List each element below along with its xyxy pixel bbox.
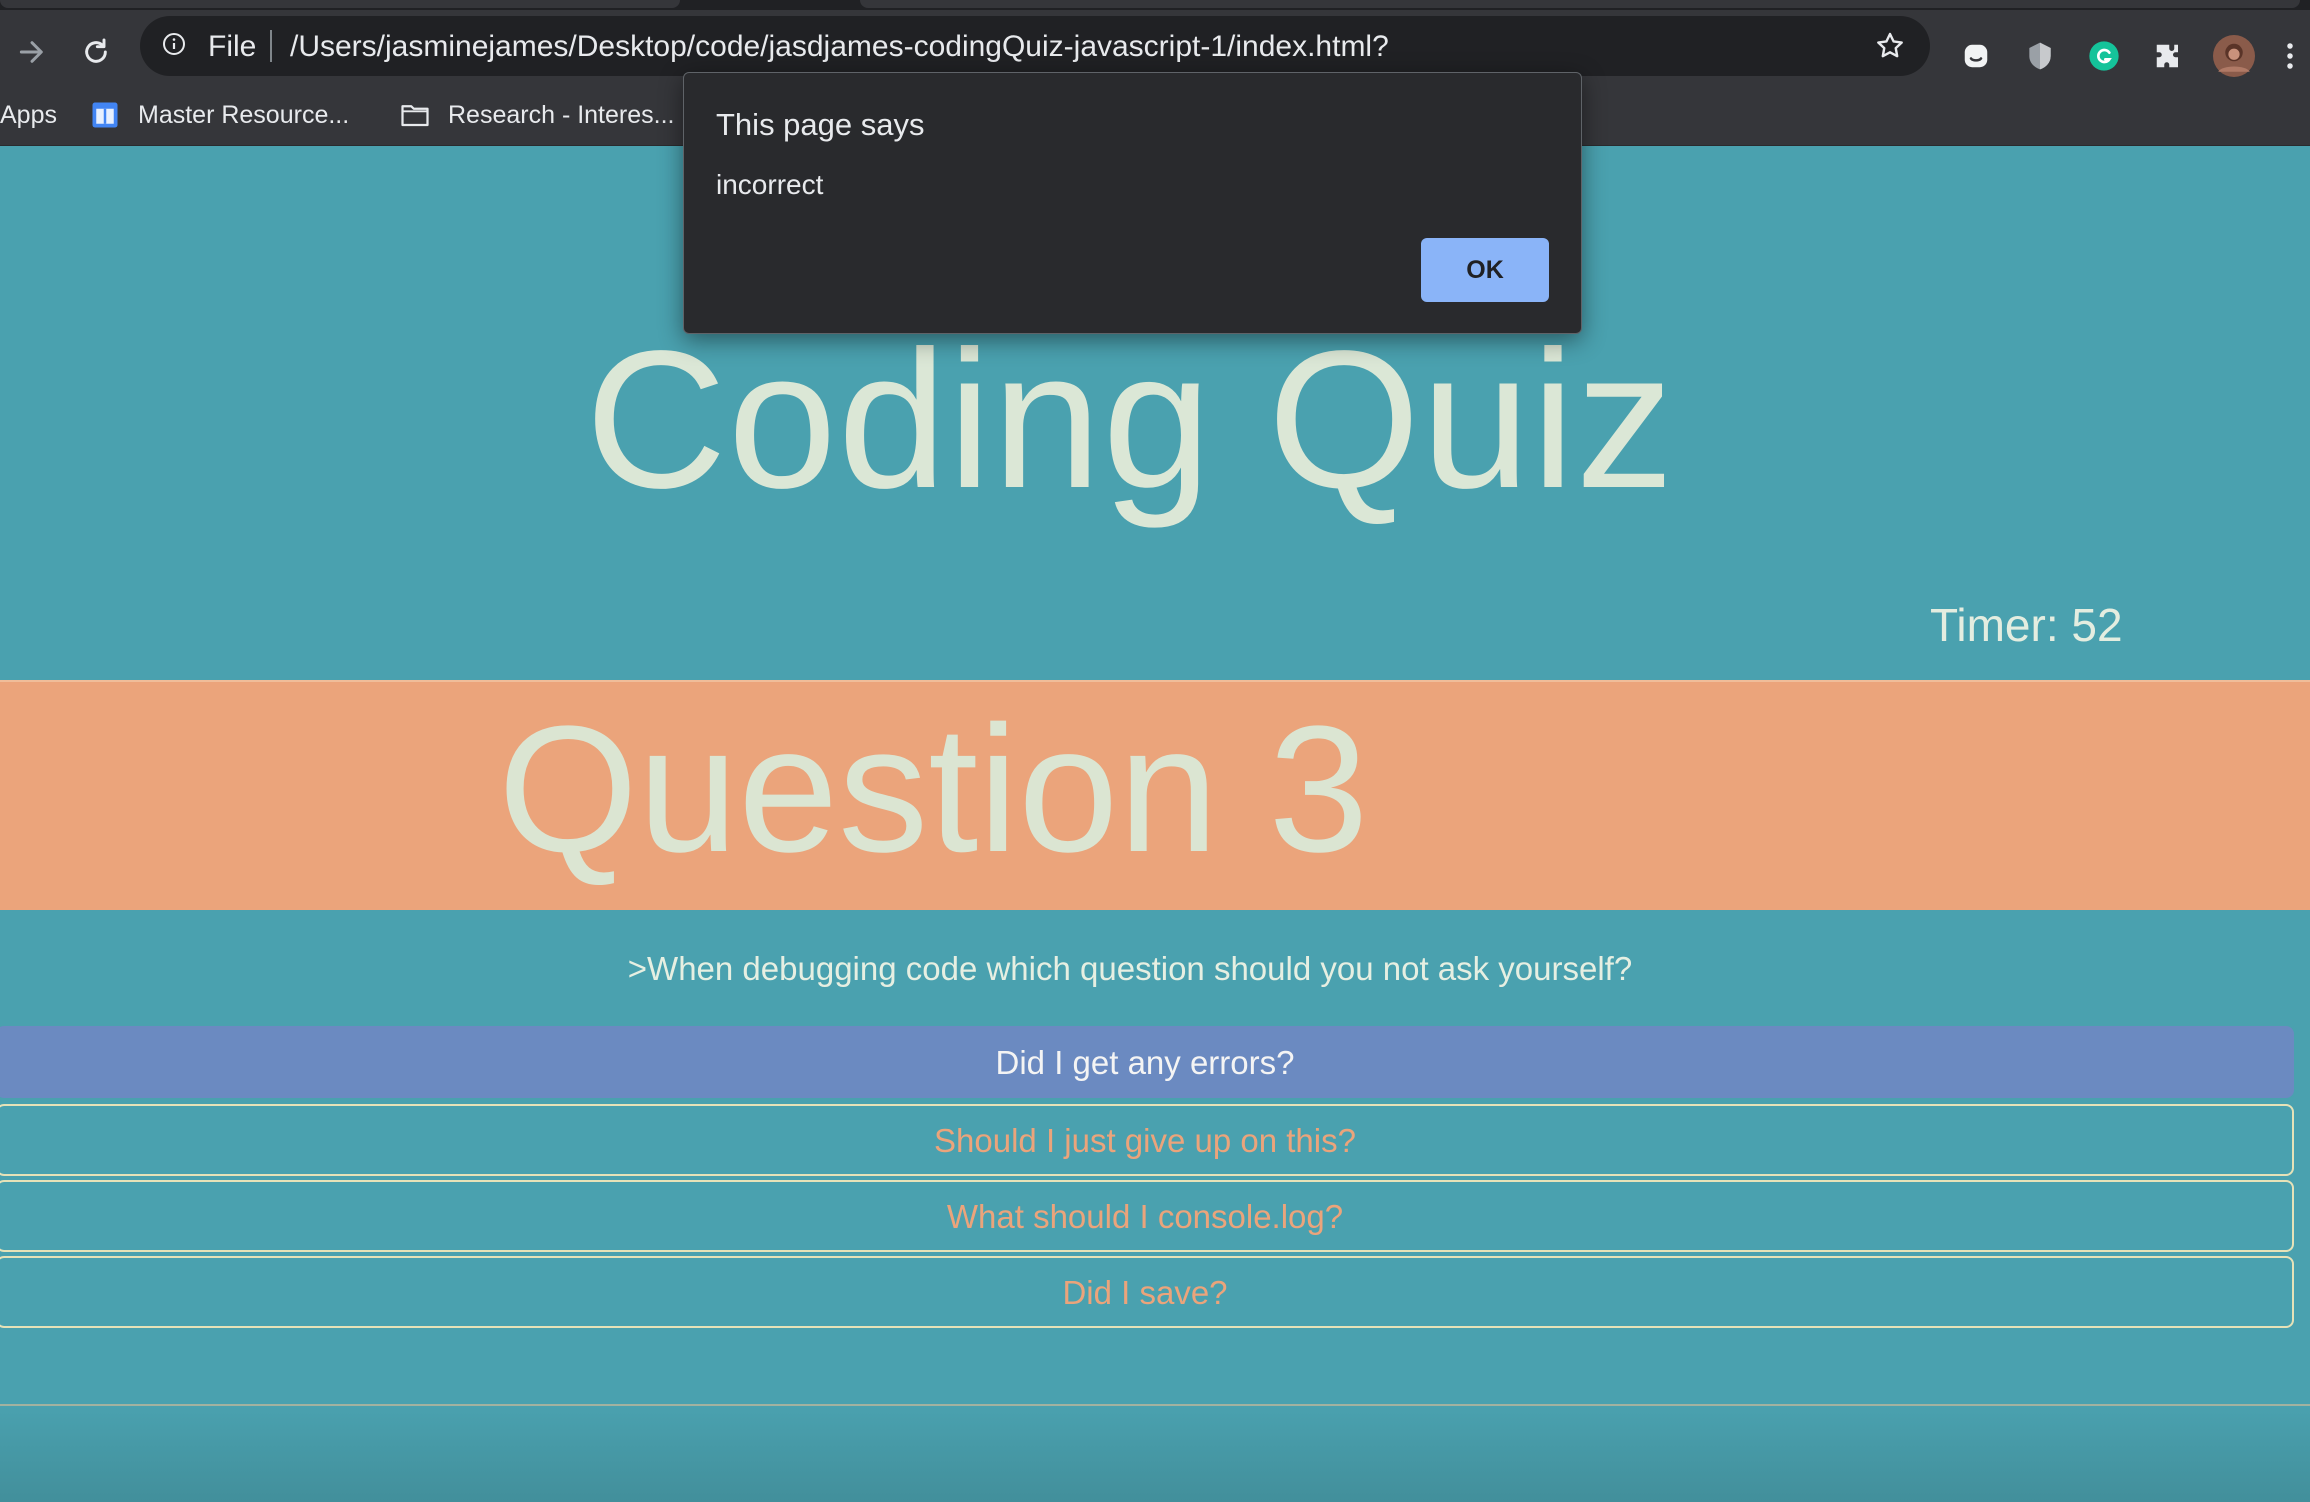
puzzle-extensions-icon[interactable]	[2150, 38, 2186, 74]
bookmark-apps[interactable]: Apps	[0, 95, 57, 135]
info-icon[interactable]	[162, 32, 186, 56]
answer-button-2[interactable]: Should I just give up on this?	[0, 1104, 2294, 1176]
omnibox-divider	[270, 30, 272, 62]
bookmark-label: Master Resource...	[138, 100, 350, 129]
reload-icon	[85, 38, 107, 63]
bookmark-label: Research - Interes...	[448, 100, 675, 129]
bookmark-research[interactable]: Research - Interes...	[400, 95, 674, 135]
sheets-icon	[92, 102, 118, 128]
reload-button[interactable]	[74, 30, 118, 74]
dialog-title: This page says	[716, 107, 925, 142]
answer-button-1[interactable]: Did I get any errors?	[0, 1026, 2294, 1098]
question-heading: Question 3	[498, 689, 1369, 890]
ghost-extension-icon[interactable]	[1958, 38, 1994, 74]
dialog-message: incorrect	[716, 169, 824, 200]
url-text[interactable]: /Users/jasminejames/Desktop/code/jasdjam…	[290, 30, 1389, 64]
shield-extension-icon[interactable]	[2022, 38, 2058, 74]
tab-hint[interactable]	[860, 0, 2300, 8]
alert-dialog: This page says incorrect OK	[683, 72, 1582, 334]
bookmark-master-resource[interactable]: Master Resource...	[90, 95, 349, 135]
scheme-label: File	[208, 30, 257, 63]
bookmark-label: Apps	[0, 100, 57, 129]
profile-avatar[interactable]	[2212, 34, 2256, 78]
tab-hint[interactable]	[0, 0, 680, 8]
browser-menu-button[interactable]	[2280, 38, 2300, 74]
answer-button-3[interactable]: What should I console.log?	[0, 1180, 2294, 1252]
folder-icon	[401, 105, 429, 127]
grammarly-icon[interactable]	[2086, 38, 2122, 74]
forward-button[interactable]	[10, 30, 54, 74]
question-text: >When debugging code which question shou…	[627, 950, 1633, 987]
answer-button-4[interactable]: Did I save?	[0, 1256, 2294, 1328]
bookmark-star-icon[interactable]	[1874, 30, 1906, 62]
page-title: Coding Quiz	[585, 310, 1675, 529]
address-bar[interactable]: File /Users/jasminejames/Desktop/code/ja…	[140, 16, 1930, 76]
footer	[0, 1406, 2310, 1502]
ok-button[interactable]: OK	[1421, 238, 1549, 302]
tab-strip	[0, 0, 2310, 10]
timer: Timer: 52	[1930, 599, 2123, 651]
arrow-right-icon	[19, 41, 43, 63]
